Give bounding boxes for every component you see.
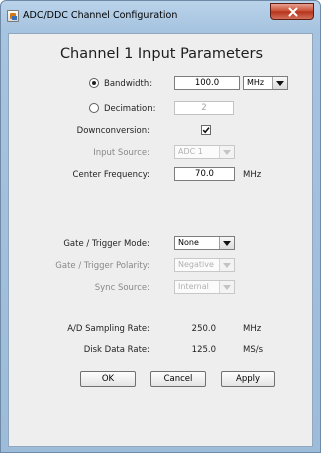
disk-data-rate-label: Disk Data Rate: bbox=[83, 345, 150, 355]
chevron-down-icon bbox=[272, 77, 287, 89]
bandwidth-input[interactable]: 100.0 bbox=[174, 76, 240, 90]
gate-trigger-polarity-value: Negative bbox=[178, 260, 214, 269]
downconversion-label: Downconversion: bbox=[76, 126, 150, 136]
cancel-button[interactable]: Cancel bbox=[150, 371, 206, 387]
dialog-window: ADC/DDC Channel Configuration Channel 1 … bbox=[0, 0, 321, 453]
ad-sampling-rate-value: 250.0 bbox=[191, 324, 216, 334]
gate-trigger-polarity-select[interactable]: Negative bbox=[174, 258, 235, 272]
bandwidth-unit-select[interactable]: MHz bbox=[243, 76, 288, 90]
gate-trigger-polarity-label: Gate / Trigger Polarity: bbox=[55, 261, 150, 271]
center-frequency-input[interactable]: 70.0 bbox=[174, 167, 235, 181]
input-source-label: Input Source: bbox=[93, 148, 150, 158]
gate-trigger-mode-select[interactable]: None bbox=[174, 236, 235, 250]
disk-data-rate-unit: MS/s bbox=[243, 345, 264, 355]
disk-data-rate-value: 125.0 bbox=[191, 345, 216, 355]
title-bar[interactable]: ADC/DDC Channel Configuration bbox=[1, 1, 320, 33]
downconversion-checkbox[interactable] bbox=[201, 125, 211, 135]
close-icon bbox=[288, 7, 298, 17]
center-frequency-label: Center Frequency: bbox=[72, 170, 150, 180]
gate-trigger-mode-value: None bbox=[178, 238, 199, 247]
gate-trigger-mode-label: Gate / Trigger Mode: bbox=[63, 239, 150, 249]
window-title: ADC/DDC Channel Configuration bbox=[23, 10, 178, 21]
ad-sampling-rate-unit: MHz bbox=[243, 324, 262, 334]
ad-sampling-rate-label: A/D Sampling Rate: bbox=[67, 324, 150, 334]
decimation-label: Decimation: bbox=[104, 104, 156, 114]
page-title: Channel 1 Input Parameters bbox=[59, 46, 264, 62]
bandwidth-unit-value: MHz bbox=[247, 78, 265, 87]
bandwidth-label: Bandwidth: bbox=[104, 79, 153, 89]
chevron-down-icon bbox=[219, 146, 234, 158]
input-source-value: ADC 1 bbox=[178, 147, 203, 156]
apply-button[interactable]: Apply bbox=[221, 371, 275, 387]
sync-source-value: Internal bbox=[178, 282, 209, 291]
close-button[interactable] bbox=[270, 3, 314, 20]
chevron-down-icon bbox=[219, 281, 234, 293]
decimation-radio[interactable] bbox=[89, 103, 99, 113]
decimation-input[interactable]: 2 bbox=[174, 101, 234, 115]
chevron-down-icon bbox=[219, 259, 234, 271]
sync-source-select[interactable]: Internal bbox=[174, 280, 235, 294]
input-source-select[interactable]: ADC 1 bbox=[174, 145, 235, 159]
center-frequency-unit: MHz bbox=[243, 170, 262, 180]
dialog-content: Channel 1 Input Parameters Bandwidth: 10… bbox=[8, 33, 313, 447]
sync-source-label: Sync Source: bbox=[94, 283, 150, 293]
checkmark-icon bbox=[202, 127, 210, 134]
java-app-icon bbox=[7, 10, 19, 22]
ok-button[interactable]: OK bbox=[80, 371, 136, 387]
bandwidth-radio[interactable] bbox=[89, 78, 99, 88]
chevron-down-icon bbox=[219, 237, 234, 249]
